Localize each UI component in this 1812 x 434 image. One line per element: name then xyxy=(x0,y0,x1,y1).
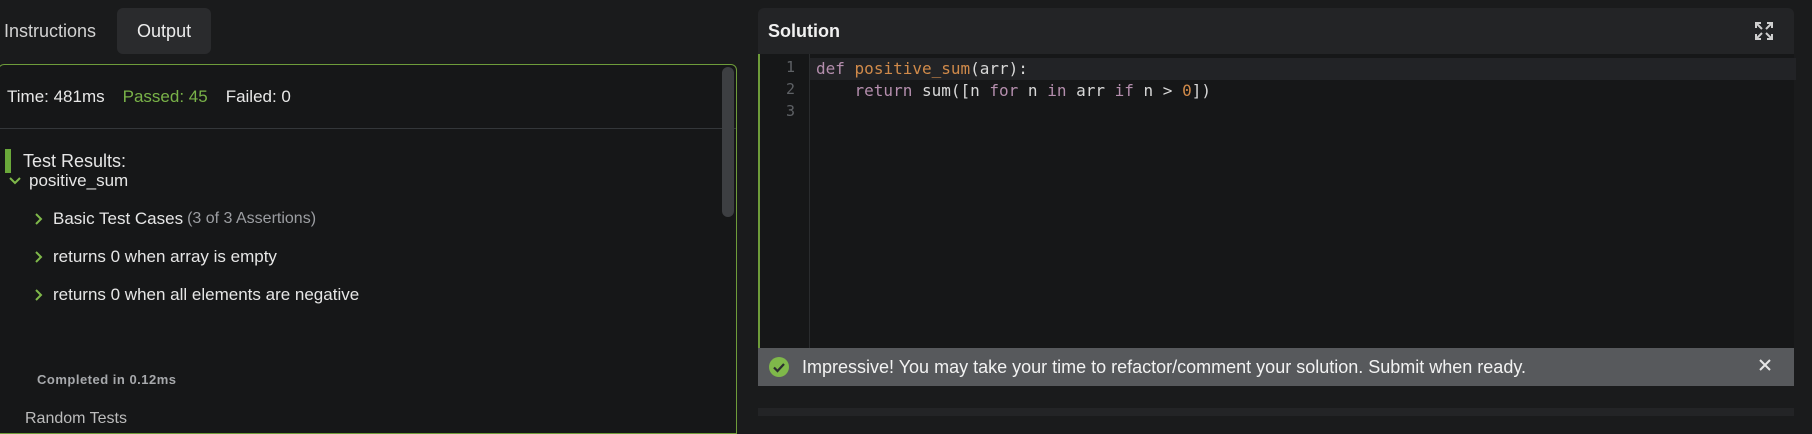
line-number-gutter: 1 2 3 xyxy=(760,54,810,348)
code-text: sum([n xyxy=(912,81,990,100)
solution-title: Solution xyxy=(768,21,840,41)
chevron-right-icon xyxy=(31,289,47,301)
test-group-label: Basic Test Cases xyxy=(53,209,184,228)
suite-positive-sum[interactable]: positive_sum xyxy=(7,171,128,191)
line-number: 3 xyxy=(785,102,795,120)
time-stat: Time: 481ms xyxy=(7,86,105,106)
test-group-label: returns 0 when all elements are negative xyxy=(53,285,360,304)
code-text: (arr): xyxy=(970,59,1028,78)
success-notice: Impressive! You may take your time to re… xyxy=(758,348,1794,386)
code-text: n > xyxy=(1133,81,1183,100)
code-keyword: if xyxy=(1114,81,1134,100)
output-scrollbar[interactable] xyxy=(722,67,734,217)
code-text: n xyxy=(1018,81,1048,100)
test-group-random-cutoff[interactable]: Random Tests xyxy=(25,410,127,428)
line-number: 2 xyxy=(785,80,795,98)
test-group-label: returns 0 when array is empty xyxy=(53,247,277,266)
code-text: arr xyxy=(1066,81,1115,100)
test-group-basic[interactable]: Basic Test Cases (3 of 3 Assertions) xyxy=(31,209,316,229)
chevron-right-icon xyxy=(31,213,47,225)
passed-stat: Passed: 45 xyxy=(122,86,208,106)
tab-output[interactable]: Output xyxy=(117,8,212,54)
close-icon[interactable] xyxy=(1758,358,1772,372)
code-keyword: def xyxy=(816,59,845,78)
check-circle-icon xyxy=(769,357,789,377)
code-keyword: return xyxy=(854,81,913,100)
test-results-title: Test Results: xyxy=(23,150,127,171)
code-line-1[interactable]: def positive_sum(arr): xyxy=(816,58,1028,80)
failed-stat: Failed: 0 xyxy=(225,86,291,106)
output-column: Instructions Output Time: 481ms Passed: … xyxy=(0,0,740,434)
chevron-right-icon xyxy=(31,251,47,263)
code-line-2[interactable]: return sum([n for n in arr if n > 0]) xyxy=(816,80,1211,102)
results-accent-bar xyxy=(5,149,11,173)
success-message: Impressive! You may take your time to re… xyxy=(802,356,1526,377)
expand-icon[interactable] xyxy=(1754,21,1774,41)
code-keyword: in xyxy=(1047,81,1067,100)
tab-bar: Instructions Output xyxy=(0,8,212,54)
line-number: 1 xyxy=(785,58,795,76)
test-stats: Time: 481ms Passed: 45 Failed: 0 xyxy=(0,65,736,129)
assertion-count: (3 of 3 Assertions) xyxy=(187,210,317,227)
code-function-name: positive_sum xyxy=(854,59,971,78)
solution-footer-edge xyxy=(758,408,1794,416)
suite-label: positive_sum xyxy=(29,171,129,190)
test-group-empty-array[interactable]: returns 0 when array is empty xyxy=(31,247,277,267)
output-panel: Time: 481ms Passed: 45 Failed: 0 Test Re… xyxy=(0,64,737,434)
tab-instructions[interactable]: Instructions xyxy=(0,8,115,54)
test-group-all-negative[interactable]: returns 0 when all elements are negative xyxy=(31,285,359,305)
code-text: ]) xyxy=(1191,81,1211,100)
test-results-header: Test Results: xyxy=(5,149,126,173)
code-number: 0 xyxy=(1182,81,1192,100)
solution-header: Solution xyxy=(758,8,1794,54)
completed-time: Completed in 0.12ms xyxy=(37,372,177,387)
code-keyword: for xyxy=(989,81,1019,100)
code-editor[interactable]: 1 2 3 def positive_sum(arr): return sum(… xyxy=(758,54,1796,348)
chevron-down-icon xyxy=(7,177,23,185)
